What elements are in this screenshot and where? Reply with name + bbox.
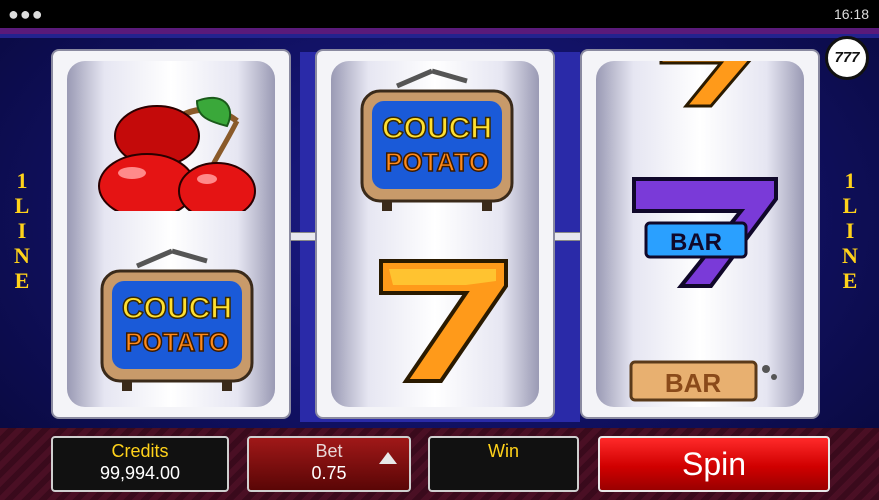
- bet-value: 0.75: [311, 463, 347, 483]
- couch-potato-icon: COUCH POTATO: [360, 68, 514, 211]
- spin-label: Spin: [681, 446, 747, 482]
- reel-2: COUCH POTATO: [315, 49, 555, 419]
- credits-value: 99,994.00: [99, 463, 181, 483]
- reel-1-window: COUCH POTATO: [67, 61, 275, 407]
- credits-display: Credits 99,994.00: [51, 436, 229, 492]
- svg-text:COUCH: COUCH: [122, 292, 232, 325]
- slot-machine: 777 1LINE 1LINE COUCH POTATO COUCH POTAT…: [0, 28, 879, 500]
- top-stripe-blue: [0, 34, 879, 38]
- game-logo: 777: [825, 36, 869, 80]
- ellipsis-icon[interactable]: ●●●: [8, 4, 44, 25]
- svg-text:BAR: BAR: [670, 229, 722, 256]
- seven-icon: [379, 259, 508, 383]
- bar-icon: BAR: [629, 360, 777, 402]
- seven-bar-icon: BAR: [632, 177, 778, 288]
- cherries-icon: [98, 96, 256, 211]
- bet-button[interactable]: Bet 0.75: [247, 436, 411, 492]
- spin-button[interactable]: Spin: [598, 436, 830, 492]
- bet-up-arrow-icon[interactable]: [379, 452, 397, 464]
- reel-3: BAR BAR: [580, 49, 820, 419]
- seven-partial-icon: [659, 61, 752, 108]
- credits-label: Credits: [111, 441, 169, 461]
- status-bar: ●●● 16:18: [0, 0, 879, 28]
- reel-1: COUCH POTATO: [51, 49, 291, 419]
- win-label: Win: [488, 441, 519, 461]
- reel-2-window: COUCH POTATO: [331, 61, 539, 407]
- svg-text:POTATO: POTATO: [385, 147, 489, 177]
- payline-label-right: 1LINE: [842, 168, 858, 293]
- svg-text:POTATO: POTATO: [125, 327, 229, 357]
- reel-3-window: BAR BAR: [596, 61, 804, 407]
- couch-potato-icon: COUCH POTATO: [100, 248, 254, 391]
- status-time: 16:18: [833, 6, 869, 22]
- win-display: Win: [428, 436, 579, 492]
- payline-label-left: 1LINE: [14, 168, 30, 293]
- svg-text:COUCH: COUCH: [382, 112, 492, 145]
- svg-text:BAR: BAR: [665, 368, 722, 398]
